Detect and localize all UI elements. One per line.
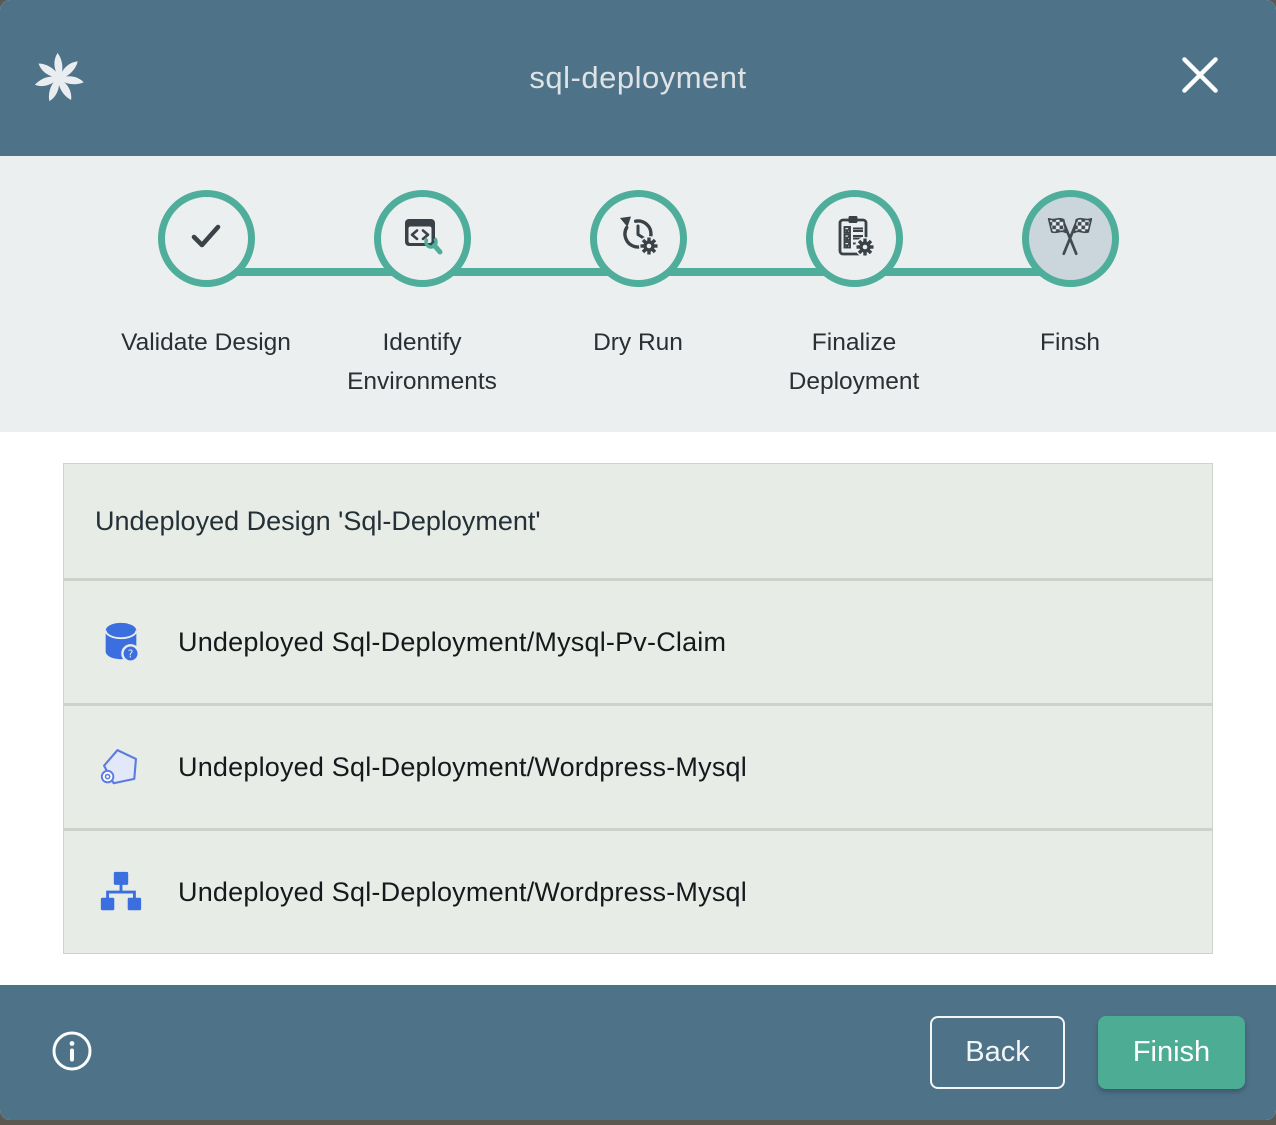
hierarchy-icon: [98, 869, 144, 915]
checkered-flags-icon: [1045, 211, 1095, 266]
step-label: Dry Run: [593, 323, 683, 362]
clipboard-gear-icon: [830, 212, 878, 265]
deployment-stepper: Validate Design Ident: [0, 156, 1276, 432]
step-identify-environments: Identify Environments: [314, 190, 530, 401]
step-circle-finalize: [806, 190, 903, 287]
status-row-pv-claim: ? Undeployed Sql-Deployment/Mysql-Pv-Cla…: [64, 581, 1212, 703]
status-row-text: Undeployed Sql-Deployment/Wordpress-Mysq…: [178, 752, 747, 783]
step-circle-identify: [374, 190, 471, 287]
step-circle-finish: [1022, 190, 1119, 287]
status-row-wordpress-mysql-1: Undeployed Sql-Deployment/Wordpress-Mysq…: [64, 706, 1212, 828]
close-button[interactable]: [1176, 52, 1224, 100]
meshery-logo-icon: [34, 52, 84, 104]
back-button[interactable]: Back: [930, 1016, 1065, 1089]
deployment-dialog: sql-deployment Validate Design: [0, 0, 1276, 1120]
step-dry-run: Dry Run: [530, 190, 746, 401]
history-gear-icon: [614, 212, 662, 265]
step-label: Validate Design: [121, 323, 291, 362]
step-label: Identify Environments: [324, 323, 520, 401]
step-finalize-deployment: Finalize Deployment: [746, 190, 962, 401]
step-circle-dry-run: [590, 190, 687, 287]
dialog-footer: Back Finish: [0, 985, 1276, 1120]
dialog-body: Undeployed Design 'Sql-Deployment' ? Und…: [0, 432, 1276, 985]
deployment-status-card: Undeployed Design 'Sql-Deployment' ? Und…: [63, 463, 1213, 954]
status-row-text: Undeployed Sql-Deployment/Wordpress-Mysq…: [178, 877, 747, 908]
step-label: Finalize Deployment: [756, 323, 952, 401]
status-card-header-text: Undeployed Design 'Sql-Deployment': [95, 506, 541, 537]
step-finish: Finsh: [962, 190, 1178, 401]
info-button[interactable]: [50, 1031, 94, 1075]
dialog-header: sql-deployment: [0, 0, 1276, 156]
status-row-wordpress-mysql-2: Undeployed Sql-Deployment/Wordpress-Mysq…: [64, 831, 1212, 953]
step-validate-design: Validate Design: [98, 190, 314, 401]
info-icon: [50, 1029, 94, 1076]
step-circle-validate: [158, 190, 255, 287]
dialog-title: sql-deployment: [0, 60, 1276, 96]
close-icon: [1180, 55, 1220, 98]
finish-button[interactable]: Finish: [1098, 1016, 1245, 1089]
status-card-header: Undeployed Design 'Sql-Deployment': [64, 464, 1212, 578]
code-window-wrench-icon: [398, 212, 446, 265]
database-icon: ?: [98, 619, 144, 665]
step-label: Finsh: [1040, 323, 1100, 362]
check-icon: [182, 212, 230, 265]
pentagon-resource-icon: [98, 744, 144, 790]
status-row-text: Undeployed Sql-Deployment/Mysql-Pv-Claim: [178, 627, 726, 658]
svg-text:?: ?: [128, 648, 134, 660]
